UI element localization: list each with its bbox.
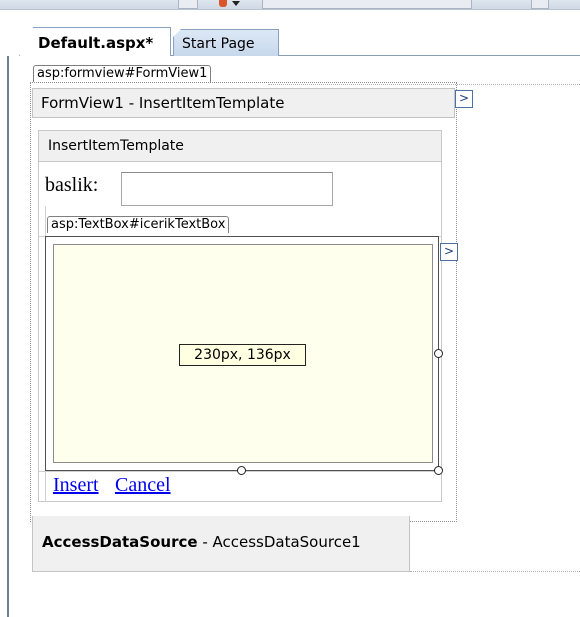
resize-handle-corner[interactable] [434,466,443,475]
document-tabbar: Start Page Default.aspx* [0,10,580,56]
resize-handle-right[interactable] [434,349,443,358]
datasource-separator: - [197,533,213,551]
textbox-tag[interactable]: asp:TextBox#icerikTextBox [47,216,230,233]
formview-smart-tag-icon[interactable]: > [455,90,473,108]
baslik-textbox[interactable] [121,172,333,206]
datasource-id: AccessDataSource1 [212,533,361,551]
resize-size-tooltip: 230px, 136px [179,344,306,366]
dropdown-arrow-icon[interactable] [232,1,240,6]
toolbar-combo[interactable] [262,0,472,9]
toolbar-run-icon[interactable] [219,0,227,7]
baslik-label: baslik: [45,174,99,196]
toolbar-strip [0,0,580,10]
template-header: InsertItemTemplate [39,131,441,162]
datasource-type: AccessDataSource [42,533,198,551]
cancel-link[interactable]: Cancel [115,474,171,497]
formview-tag[interactable]: asp:formview#FormView1 [33,65,212,82]
toolbar-button[interactable] [178,0,198,9]
textbox-smart-tag-icon[interactable]: > [440,243,458,261]
resize-handle-bottom[interactable] [237,466,246,475]
tab-start-page[interactable]: Start Page [173,29,279,56]
insert-link[interactable]: Insert [53,474,99,497]
toolbar-combo-button[interactable] [531,0,549,9]
formview-header[interactable]: FormView1 - InsertItemTemplate [32,88,455,118]
page-boundary-guide [410,571,580,572]
tab-default-aspx[interactable]: Default.aspx* [19,27,171,56]
access-datasource-control[interactable]: AccessDataSource - AccessDataSource1 [32,516,410,572]
